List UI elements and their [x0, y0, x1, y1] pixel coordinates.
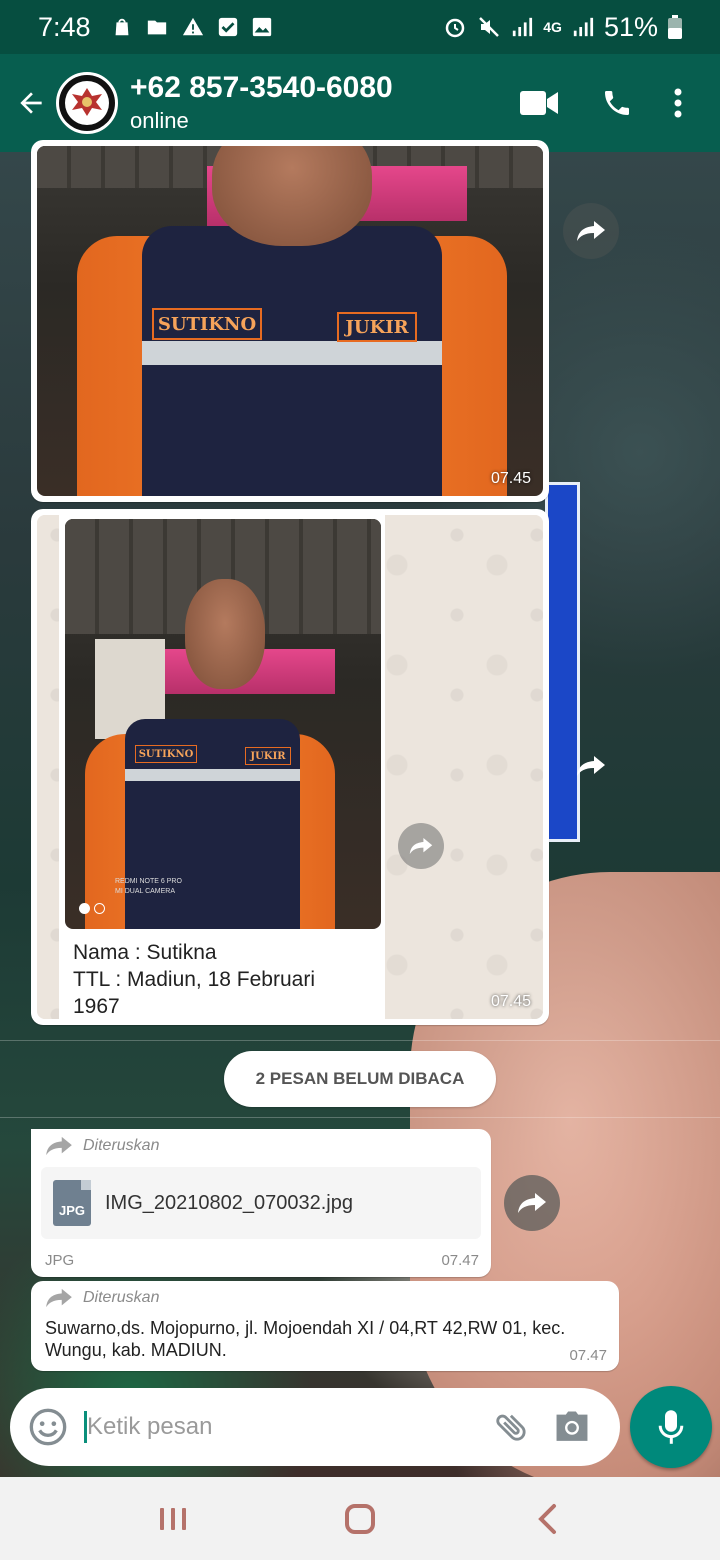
video-call-button[interactable]: [500, 73, 578, 133]
message-input-placeholder: Ketik pesan: [87, 1413, 213, 1440]
status-bar: 7:48 4G 51%: [0, 0, 720, 54]
message-composer: Ketik pesan: [10, 1388, 620, 1466]
unread-divider-top: [0, 1040, 720, 1041]
message-time: 07.47: [441, 1252, 479, 1269]
forward-button[interactable]: [563, 203, 619, 259]
message-time: 07.45: [490, 993, 531, 1010]
alarm-icon: [446, 18, 465, 38]
forwarded-icon: [46, 1136, 72, 1156]
network-type: 4G: [543, 19, 562, 35]
warning-icon: [182, 17, 203, 36]
recent-apps-icon: [160, 1507, 187, 1530]
camera-watermark: REDMI NOTE 6 PRO MI DUAL CAMERA: [115, 878, 182, 895]
video-call-icon: [520, 91, 558, 115]
camera-icon: [556, 1411, 588, 1441]
status-time: 7:48: [38, 11, 91, 42]
signal-icon: [513, 17, 533, 37]
wallpaper-forward-icon: [576, 754, 606, 783]
mute-icon: [479, 17, 500, 37]
back-arrow-icon: [20, 92, 42, 114]
inner-photo: SUTIKNO JUKIR REDMI NOTE 6 PRO MI DUAL C…: [65, 519, 381, 929]
name-badge-sutikno: SUTIKNO: [152, 308, 262, 340]
signal-icon-2: [573, 17, 594, 37]
pager-dots: [79, 903, 105, 914]
photo-caption: Nama : Sutikna TTL : Madiun, 18 Februari…: [73, 941, 315, 1018]
camera-button[interactable]: [542, 1410, 602, 1444]
unread-divider-bottom: [0, 1117, 720, 1118]
photo-scene: SUTIKNO JUKIR: [37, 146, 543, 496]
forwarded-label: Diteruskan: [45, 1135, 159, 1157]
forwarded-document-message[interactable]: Diteruskan JPG IMG_20210802_070032.jpg J…: [31, 1129, 491, 1277]
name-badge-jukir: JUKIR: [337, 312, 417, 342]
battery-icon: [668, 15, 682, 39]
header-actions: [500, 73, 700, 133]
image-caption-message[interactable]: SUTIKNO JUKIR REDMI NOTE 6 PRO MI DUAL C…: [31, 509, 549, 1025]
jpg-file-icon: JPG: [53, 1180, 91, 1226]
wallpaper-blue-card: [545, 482, 580, 842]
document-file-name: IMG_20210802_070032.jpg: [105, 1191, 353, 1214]
back-button[interactable]: [6, 78, 56, 128]
battery-percent: 51%: [603, 11, 658, 42]
garuda-emblem-icon: [59, 75, 115, 131]
forwarded-icon: [46, 1288, 72, 1308]
checkbox-icon: [218, 17, 237, 37]
back-chevron-icon: [537, 1503, 556, 1534]
inner-badge-sutikno: SUTIKNO: [135, 745, 197, 763]
emoji-button[interactable]: [28, 1407, 68, 1447]
folder-icon: [147, 20, 166, 35]
emoji-icon: [29, 1408, 67, 1446]
forwarded-label: Diteruskan: [45, 1287, 159, 1309]
microphone-icon: [658, 1410, 684, 1444]
attach-button[interactable]: [482, 1408, 542, 1446]
image-message[interactable]: SUTIKNO JUKIR 07.45: [31, 140, 549, 502]
more-vert-icon: [674, 88, 682, 118]
system-navigation-bar: [0, 1477, 720, 1560]
notification-icons: [111, 16, 273, 38]
inner-badge-jukir: JUKIR: [245, 747, 291, 765]
message-text: Suwarno,ds. Mojopurno, jl. Mojoendah XI …: [45, 1318, 566, 1360]
recent-apps-button[interactable]: [133, 1489, 213, 1549]
contact-info[interactable]: +62 857-3540-6080 online: [130, 70, 500, 136]
message-time: 07.47: [569, 1347, 607, 1364]
document-file-type: JPG: [45, 1252, 75, 1269]
voice-record-button[interactable]: [630, 1386, 712, 1468]
unread-messages-pill: 2 PESAN BELUM DIBACA: [224, 1051, 496, 1107]
chat-header: +62 857-3540-6080 online: [0, 54, 720, 152]
forward-button[interactable]: [504, 1175, 560, 1231]
voice-call-button[interactable]: [578, 73, 656, 133]
back-nav-button[interactable]: [507, 1489, 587, 1549]
photo[interactable]: SUTIKNO JUKIR 07.45: [37, 146, 543, 496]
forward-icon: [577, 221, 605, 241]
contact-avatar[interactable]: [56, 72, 118, 134]
message-time: 07.45: [490, 470, 531, 487]
message-input[interactable]: Ketik pesan: [84, 1407, 482, 1447]
system-status-icons: 4G 51%: [443, 12, 682, 43]
contact-status: online: [130, 108, 189, 133]
inner-forward-icon: [398, 823, 444, 869]
screenshot-photo[interactable]: SUTIKNO JUKIR REDMI NOTE 6 PRO MI DUAL C…: [37, 515, 543, 1019]
attachment-icon: [496, 1414, 526, 1441]
home-button[interactable]: [320, 1489, 400, 1549]
document-attachment[interactable]: JPG IMG_20210802_070032.jpg: [41, 1167, 481, 1239]
voice-call-icon: [605, 91, 629, 115]
more-options-button[interactable]: [656, 73, 700, 133]
image-icon: [252, 17, 271, 37]
shopping-bag-icon: [115, 18, 128, 36]
forwarded-text-message[interactable]: Diteruskan Suwarno,ds. Mojopurno, jl. Mo…: [31, 1281, 619, 1371]
forward-icon: [518, 1193, 546, 1213]
contact-name: +62 857-3540-6080: [130, 71, 393, 104]
home-icon: [344, 1503, 375, 1534]
